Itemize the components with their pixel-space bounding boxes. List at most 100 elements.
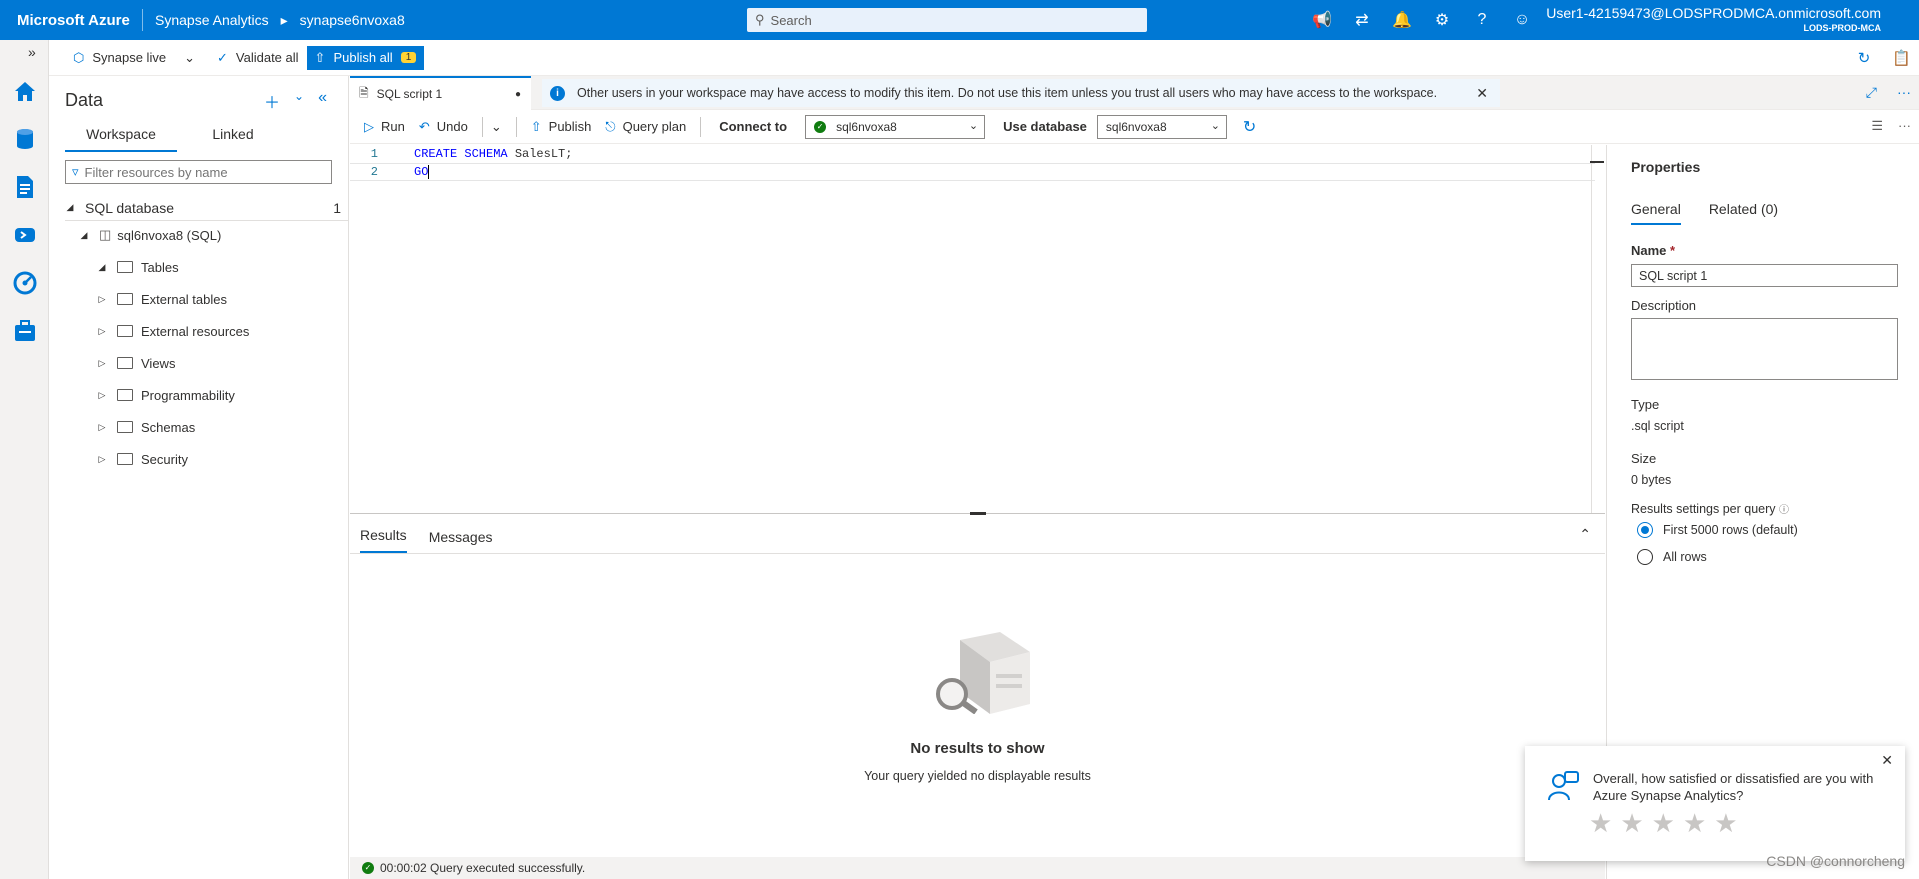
gear-icon[interactable]: ⚙: [1422, 10, 1462, 30]
collapsed-caret-icon[interactable]: ▷: [97, 294, 107, 305]
star-icon[interactable]: ★: [1620, 808, 1643, 839]
expanded-caret-icon[interactable]: ◢: [97, 262, 107, 273]
collapsed-caret-icon[interactable]: ▷: [97, 390, 107, 401]
collapsed-caret-icon[interactable]: ▷: [97, 358, 107, 369]
chevron-down-icon[interactable]: ⌄: [184, 50, 195, 66]
collapsed-caret-icon[interactable]: ▷: [97, 422, 107, 433]
add-icon[interactable]: ＋: [264, 89, 280, 113]
collapse-panel-icon[interactable]: «: [318, 89, 327, 113]
tab-related[interactable]: Related (0): [1709, 201, 1778, 225]
connect-to-label: Connect to: [719, 119, 788, 134]
collapsed-caret-icon[interactable]: ▷: [97, 454, 107, 465]
code-editor[interactable]: 1 CREATE SCHEMA SalesLT; 2 GO: [350, 145, 1595, 513]
develop-hub-icon[interactable]: [12, 174, 38, 200]
query-plan-button[interactable]: ⎋ Query plan: [605, 119, 686, 135]
tab-linked[interactable]: Linked: [177, 126, 289, 152]
tab-general[interactable]: General: [1631, 201, 1681, 225]
feedback-icon[interactable]: ☺: [1502, 11, 1542, 29]
check-icon: ✓: [216, 49, 228, 65]
radio-first-5000-rows[interactable]: First 5000 rows (default): [1637, 522, 1798, 538]
user-account[interactable]: User1-42159473@LODSPRODMCA.onmicrosoft.c…: [1546, 5, 1881, 33]
tree-label: External resources: [141, 323, 250, 339]
manage-hub-icon[interactable]: [12, 318, 38, 344]
help-icon[interactable]: ?: [1462, 11, 1502, 29]
info-text: Other users in your workspace may have a…: [577, 86, 1438, 100]
no-results-illustration: [930, 630, 1030, 715]
breadcrumb-workspace[interactable]: synapse6nvoxa8: [300, 12, 405, 28]
expand-icon[interactable]: ⤢: [1866, 84, 1877, 101]
validate-all-button[interactable]: ✓ Validate all: [217, 50, 299, 66]
chevron-up-icon[interactable]: ⌃: [1579, 526, 1591, 543]
user-name: User1-42159473@LODSPRODMCA.onmicrosoft.c…: [1546, 5, 1881, 21]
brand-label[interactable]: Microsoft Azure: [0, 12, 142, 29]
close-icon[interactable]: ✕: [1881, 752, 1893, 769]
folder-icon: [117, 421, 133, 433]
use-database-dropdown[interactable]: sql6nvoxa8 ⌄: [1096, 114, 1227, 139]
radio-button[interactable]: [1637, 549, 1653, 565]
star-icon[interactable]: ★: [1683, 808, 1706, 839]
filter-resources: ▿: [65, 160, 332, 184]
filter-input[interactable]: [84, 164, 315, 180]
synapse-live-button[interactable]: ⬡ Synapse live ⌄: [73, 50, 195, 66]
bell-icon[interactable]: 🔔: [1382, 10, 1422, 30]
discard-icon[interactable]: 📋: [1892, 49, 1911, 67]
upload-icon: ⇧: [314, 49, 326, 65]
expand-nav-icon[interactable]: »: [28, 44, 36, 60]
publish-all-button[interactable]: ⇧ Publish all 1: [306, 45, 425, 70]
more-icon[interactable]: ···: [1898, 118, 1911, 133]
data-tabs: Workspace Linked: [65, 126, 289, 152]
empty-subtitle: Your query yielded no displayable result…: [864, 769, 1091, 783]
properties-toggle-icon[interactable]: ☰: [1871, 118, 1883, 134]
description-input[interactable]: [1631, 318, 1898, 380]
tab-workspace[interactable]: Workspace: [65, 126, 177, 152]
tab-results[interactable]: Results: [360, 527, 407, 553]
undo-label: Undo: [436, 119, 468, 134]
integrate-hub-icon[interactable]: [12, 222, 38, 248]
expanded-caret-icon[interactable]: ◢: [79, 230, 89, 241]
breadcrumb-service[interactable]: Synapse Analytics: [155, 12, 269, 28]
radio-all-rows[interactable]: All rows: [1637, 549, 1707, 565]
publish-count-badge: 1: [400, 52, 417, 63]
connect-to-dropdown[interactable]: ✓ sql6nvoxa8 ⌄: [805, 114, 986, 139]
chevron-down-icon: ⌄: [968, 119, 979, 132]
watermark: CSDN @connorcheng: [1766, 853, 1905, 869]
data-explorer-panel: Data ＋ ⌄ « Workspace Linked ▿ ◢ SQL data…: [49, 76, 349, 879]
star-icon[interactable]: ★: [1714, 808, 1737, 839]
tree-label: sql6nvoxa8 (SQL): [117, 227, 222, 243]
undo-button[interactable]: ↶ Undo: [419, 119, 468, 135]
text-cursor: [428, 164, 430, 179]
directory-switch-icon[interactable]: ⇄: [1342, 10, 1382, 30]
editor-scrollbar[interactable]: [1591, 145, 1592, 513]
tab-messages[interactable]: Messages: [429, 529, 493, 553]
search-placeholder: Search: [770, 12, 812, 28]
monitor-hub-icon[interactable]: [12, 270, 38, 296]
expanded-caret-icon[interactable]: ◢: [65, 202, 75, 213]
collapsed-caret-icon[interactable]: ▷: [97, 326, 107, 337]
announcement-icon[interactable]: 📢: [1302, 10, 1342, 30]
publish-button[interactable]: ⇧ Publish: [531, 119, 592, 135]
publish-label: Publish: [548, 119, 592, 134]
search-input[interactable]: ⚲ Search: [747, 8, 1147, 32]
home-icon[interactable]: [12, 78, 38, 104]
tree-node-sql-database[interactable]: ◢ SQL database 1: [65, 195, 349, 221]
divider: [142, 9, 143, 31]
collapse-all-icon[interactable]: ⌄: [294, 89, 304, 113]
document-tab-row: 🗎 SQL script 1 ● i Other users in your w…: [350, 76, 1919, 110]
undo-chevron-down-icon[interactable]: ⌄: [491, 119, 502, 135]
run-button[interactable]: ▷ Run: [364, 119, 405, 135]
refresh-icon[interactable]: ↻: [1243, 117, 1256, 137]
tree-node-db[interactable]: ◢ ◫ sql6nvoxa8 (SQL): [79, 222, 379, 248]
panel-tools: ＋ ⌄ «: [264, 89, 327, 113]
refresh-icon[interactable]: ↻: [1858, 49, 1871, 67]
name-input[interactable]: [1631, 264, 1898, 287]
star-icon[interactable]: ★: [1652, 808, 1675, 839]
data-hub-icon[interactable]: [12, 126, 38, 152]
close-icon[interactable]: ✕: [1476, 85, 1488, 102]
radio-button-selected[interactable]: [1637, 522, 1653, 538]
folder-icon: [117, 357, 133, 369]
tree-count: 1: [333, 199, 341, 216]
star-icon[interactable]: ★: [1589, 808, 1612, 839]
tenant-name: LODS-PROD-MCA: [1803, 23, 1882, 33]
tab-sql-script-1[interactable]: 🗎 SQL script 1 ●: [350, 76, 531, 110]
more-icon[interactable]: ···: [1897, 84, 1911, 101]
